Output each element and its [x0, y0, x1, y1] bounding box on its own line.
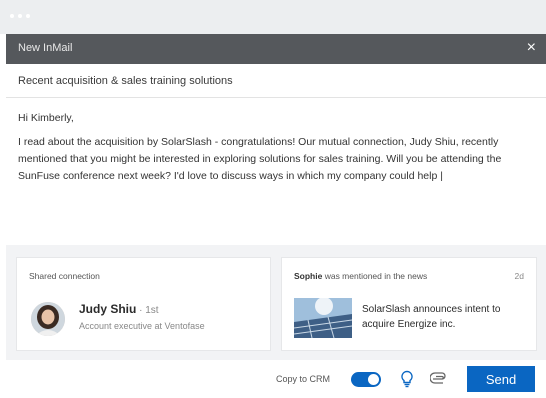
shared-connection-card[interactable]: Shared connection Judy Shiu · 1st Accoun… — [16, 257, 271, 351]
connection-name[interactable]: Judy Shiu — [79, 302, 136, 316]
shared-connection-label: Shared connection — [29, 271, 100, 281]
connection-title: Account executive at Ventofase — [79, 321, 205, 331]
inmail-title: New InMail — [18, 42, 73, 54]
toggle-knob — [368, 374, 379, 385]
news-label: Sophie was mentioned in the news — [294, 271, 427, 281]
news-card[interactable]: Sophie was mentioned in the news 2d Sola… — [281, 257, 537, 351]
connection-name-line[interactable]: Judy Shiu · 1st — [79, 302, 159, 316]
message-text: I read about the acquisition by SolarSla… — [18, 136, 502, 182]
crm-label: Copy to CRM — [276, 374, 331, 384]
paperclip-icon[interactable] — [429, 372, 448, 386]
inmail-title-bar: New InMail × — [6, 34, 546, 64]
lightbulb-icon[interactable] — [400, 370, 414, 388]
subject-field[interactable]: Recent acquisition & sales training solu… — [6, 64, 546, 98]
message-body[interactable]: Hi Kimberly, I read about the acquisitio… — [18, 110, 534, 185]
crm-toggle[interactable] — [351, 372, 381, 387]
browser-top-bar — [0, 0, 546, 34]
compose-footer: Copy to CRM Send — [6, 360, 546, 398]
send-button[interactable]: Send — [467, 366, 535, 392]
news-age: 2d — [514, 271, 524, 281]
window-dots — [10, 14, 30, 18]
message-greeting: Hi Kimberly, — [18, 112, 74, 124]
subject-text[interactable]: Recent acquisition & sales training solu… — [18, 75, 233, 87]
close-icon[interactable]: × — [527, 39, 536, 57]
news-person: Sophie — [294, 271, 323, 281]
news-label-suffix: was mentioned in the news — [322, 271, 428, 281]
news-headline[interactable]: SolarSlash announces intent to acquire E… — [362, 302, 522, 332]
connection-separator: · — [136, 305, 146, 316]
avatar — [31, 302, 65, 336]
news-thumbnail — [294, 298, 352, 338]
insights-area: Shared connection Judy Shiu · 1st Accoun… — [6, 245, 546, 360]
connection-degree: 1st — [145, 305, 159, 316]
